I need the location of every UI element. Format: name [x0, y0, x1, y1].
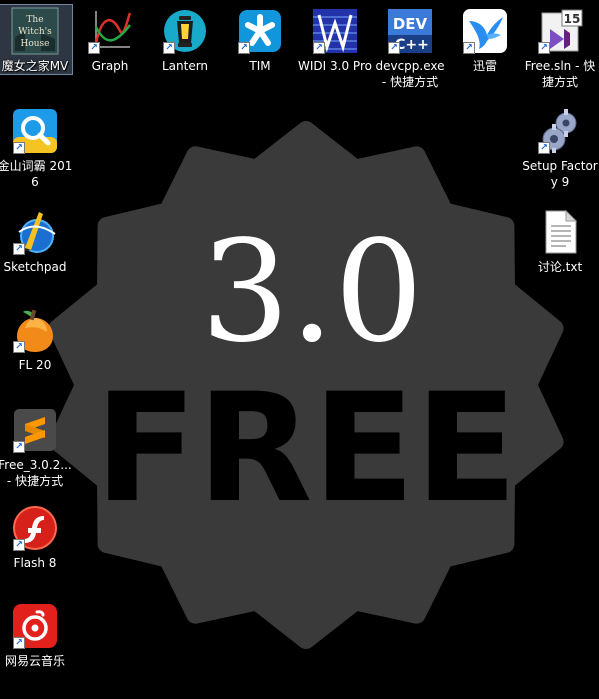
shortcut-arrow-icon: ↗ [538, 42, 550, 54]
shortcut-arrow-icon: ↗ [463, 42, 475, 54]
setup-factory-gears-icon: ↗ [536, 107, 584, 155]
desktop-icon-discussion-txt[interactable]: 讨论.txt [522, 205, 598, 276]
graph-icon: ↗ [86, 7, 134, 55]
shortcut-arrow-icon: ↗ [13, 539, 25, 551]
setup-factory-label: Setup Factory 9 [522, 159, 598, 189]
kingsoft-ciba-label: 金山词霸 2016 [0, 159, 73, 189]
xunlei-bird-icon: ↗ [461, 7, 509, 55]
desktop-icon-flash-8[interactable]: ↗ Flash 8 [0, 501, 73, 572]
fl-studio-fruit-icon: ↗ [11, 306, 59, 354]
wallpaper-version-text: 3.0 [201, 211, 424, 374]
text-file-icon [536, 208, 584, 256]
netease-music-icon: ↗ [11, 602, 59, 650]
fl-studio-label: FL 20 [18, 358, 52, 372]
shortcut-arrow-icon: ↗ [13, 441, 25, 453]
sublime-text-icon: ↗ [11, 406, 59, 454]
svg-text:Witch's: Witch's [18, 27, 52, 37]
shortcut-arrow-icon: ↗ [238, 42, 250, 54]
devcpp-icon: DEV C++ ↗ [386, 7, 434, 55]
shortcut-arrow-icon: ↗ [388, 42, 400, 54]
visual-studio-solution-icon: 15 ↗ [536, 7, 584, 55]
desktop-icon-sketchpad[interactable]: ↗ Sketchpad [0, 205, 73, 276]
shortcut-arrow-icon: ↗ [13, 341, 25, 353]
free-shortcut-label: Free_3.0.2... - 快捷方式 [0, 458, 72, 488]
sketchpad-icon: ↗ [11, 208, 59, 256]
svg-text:House: House [20, 39, 49, 49]
desktop-icon-graph[interactable]: ↗ Graph [72, 4, 148, 75]
devcpp-label: devcpp.exe - 快捷方式 [375, 59, 445, 89]
desktop-icon-free-shortcut[interactable]: ↗ Free_3.0.2... - 快捷方式 [0, 403, 73, 490]
shortcut-arrow-icon: ↗ [13, 243, 25, 255]
desktop-icon-xunlei[interactable]: ↗ 迅雷 [447, 4, 523, 75]
flash-8-label: Flash 8 [13, 556, 57, 570]
xunlei-label: 迅雷 [472, 59, 497, 73]
desktop-wallpaper: 3.0 FREE [48, 121, 564, 649]
desktop-icon-kingsoft-ciba[interactable]: ↗ 金山词霸 2016 [0, 104, 73, 191]
desktop-icon-setup-factory[interactable]: ↗ Setup Factory 9 [522, 104, 598, 191]
shortcut-arrow-icon: ↗ [13, 142, 25, 154]
shortcut-arrow-icon: ↗ [313, 42, 325, 54]
kingsoft-ciba-icon: ↗ [11, 107, 59, 155]
desktop-icon-widi[interactable]: ↗ WIDI 3.0 Pro [297, 4, 373, 75]
widi-icon: ↗ [311, 7, 359, 55]
graph-label: Graph [91, 59, 129, 73]
netease-music-label: 网易云音乐 [4, 654, 65, 668]
desktop-icon-tim[interactable]: ↗ TIM [222, 4, 298, 75]
shortcut-arrow-icon: ↗ [538, 142, 550, 154]
wallpaper-free-text: FREE [95, 362, 518, 536]
desktop-icon-witchs-house[interactable]: The Witch's House 魔女之家MV [0, 4, 73, 75]
witchs-house-label: 魔女之家MV [1, 59, 69, 73]
desktop-icon-fl-studio[interactable]: ↗ FL 20 [0, 303, 73, 374]
sketchpad-label: Sketchpad [3, 260, 67, 274]
lantern-icon: ↗ [161, 7, 209, 55]
svg-text:C++: C++ [395, 37, 429, 53]
desktop-icon-lantern[interactable]: ↗ Lantern [147, 4, 223, 75]
tim-label: TIM [249, 59, 271, 73]
svg-text:The: The [26, 15, 43, 25]
flash-icon: ↗ [11, 504, 59, 552]
widi-label: WIDI 3.0 Pro [298, 59, 372, 73]
discussion-txt-label: 讨论.txt [537, 260, 583, 274]
shortcut-arrow-icon: ↗ [88, 42, 100, 54]
tim-star-icon: ↗ [236, 7, 284, 55]
witchs-house-icon: The Witch's House [11, 7, 59, 55]
desktop-icon-devcpp[interactable]: DEV C++ ↗ devcpp.exe - 快捷方式 [372, 4, 448, 91]
desktop-icon-free-sln[interactable]: 15 ↗ Free.sln - 快捷方式 [522, 4, 598, 91]
desktop-icon-netease-music[interactable]: ↗ 网易云音乐 [0, 599, 73, 670]
free-sln-label: Free.sln - 快捷方式 [524, 59, 596, 89]
svg-text:DEV: DEV [393, 15, 428, 33]
lantern-label: Lantern [161, 59, 209, 73]
svg-text:15: 15 [564, 12, 581, 26]
shortcut-arrow-icon: ↗ [13, 637, 25, 649]
shortcut-arrow-icon: ↗ [163, 42, 175, 54]
